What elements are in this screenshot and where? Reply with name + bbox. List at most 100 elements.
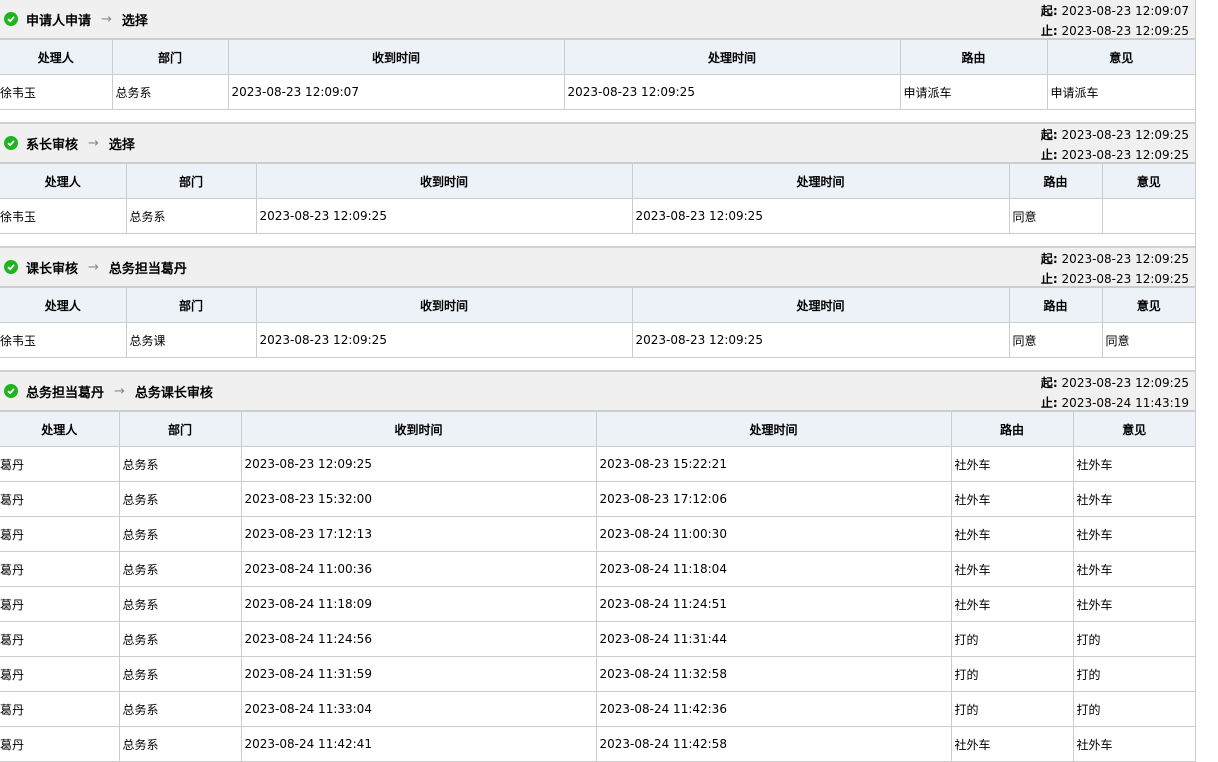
arrow-right-icon: → [114, 383, 125, 399]
cell-opinion: 申请派车 [1047, 74, 1195, 110]
cell-received-time: 2023-08-24 11:33:04 [241, 691, 597, 727]
cell-processed-time: 2023-08-23 15:22:21 [596, 446, 952, 482]
table-row: 葛丹 总务系 2023-08-24 11:18:09 2023-08-24 11:24… [0, 586, 1195, 622]
step-section: 系长审核 → 选择 起: 2023-08-23 12:09:25 止: 2023… [0, 122, 1195, 234]
cell-handler: 徐韦玉 [0, 322, 127, 358]
column-header-handler: 处理人 [0, 164, 127, 199]
step-times: 起: 2023-08-23 12:09:25 止: 2023-08-23 12:… [1041, 249, 1189, 289]
arrow-right-icon: → [101, 11, 112, 27]
cell-received-time: 2023-08-23 15:32:00 [241, 481, 597, 517]
cell-handler: 葛丹 [0, 726, 120, 762]
cell-processed-time: 2023-08-24 11:42:36 [596, 691, 952, 727]
arrow-right-icon: → [88, 259, 99, 275]
step-section: 总务担当葛丹 → 总务课长审核 起: 2023-08-23 12:09:25 止… [0, 370, 1195, 762]
step-times: 起: 2023-08-23 12:09:25 止: 2023-08-23 12:… [1041, 125, 1189, 165]
cell-received-time: 2023-08-23 12:09:25 [256, 198, 633, 234]
cell-opinion: 社外车 [1073, 726, 1195, 762]
column-header-processed-time: 处理时间 [596, 412, 952, 447]
table-header-row: 处理人 部门 收到时间 处理时间 路由 意见 [0, 412, 1195, 447]
start-label: 起: [1040, 252, 1058, 266]
step-title: 系长审核 → 选择 [4, 124, 135, 162]
column-header-opinion: 意见 [1073, 412, 1195, 447]
column-header-processed-time: 处理时间 [632, 288, 1010, 323]
step-table: 处理人 部门 收到时间 处理时间 路由 意见 葛丹 总务系 2023-08-23 12:09:2… [0, 412, 1195, 762]
step-table: 处理人 部门 收到时间 处理时间 路由 意见 徐韦玉 总务系 2023-08-23 12:09:… [0, 164, 1195, 234]
step-to: 总务担当葛丹 [108, 261, 187, 277]
cell-route: 申请派车 [900, 74, 1048, 110]
table-row: 葛丹 总务系 2023-08-23 12:09:25 2023-08-23 15:22… [0, 446, 1195, 482]
table-row: 葛丹 总务系 2023-08-24 11:24:56 2023-08-24 11:31… [0, 621, 1195, 657]
step-table: 处理人 部门 收到时间 处理时间 路由 意见 徐韦玉 总务系 2023-08-23 12:09:… [0, 40, 1195, 110]
cell-route: 社外车 [951, 446, 1074, 482]
cell-received-time: 2023-08-23 12:09:25 [241, 446, 597, 482]
approval-history: 申请人申请 → 选择 起: 2023-08-23 12:09:07 止: 202… [0, 0, 1196, 762]
cell-department: 总务系 [119, 481, 242, 517]
step-header: 系长审核 → 选择 起: 2023-08-23 12:09:25 止: 2023… [0, 122, 1195, 164]
cell-opinion: 社外车 [1073, 516, 1195, 552]
cell-processed-time: 2023-08-24 11:32:58 [596, 656, 952, 692]
column-header-route: 路由 [1009, 164, 1103, 199]
step-times: 起: 2023-08-23 12:09:25 止: 2023-08-24 11:… [1041, 373, 1189, 413]
cell-received-time: 2023-08-24 11:18:09 [241, 586, 597, 622]
step-to: 选择 [108, 137, 135, 153]
end-label: 止: [1040, 24, 1058, 38]
step-section: 课长审核 → 总务担当葛丹 起: 2023-08-23 12:09:25 止: … [0, 246, 1195, 358]
cell-processed-time: 2023-08-23 12:09:25 [564, 74, 901, 110]
cell-opinion: 打的 [1073, 656, 1195, 692]
cell-received-time: 2023-08-24 11:42:41 [241, 726, 597, 762]
cell-department: 总务系 [119, 621, 242, 657]
cell-handler: 徐韦玉 [0, 198, 127, 234]
step-title: 总务担当葛丹 → 总务课长审核 [4, 372, 213, 410]
column-header-department: 部门 [126, 288, 257, 323]
table-row: 徐韦玉 总务系 2023-08-23 12:09:25 2023-08-23 12:0… [0, 198, 1195, 234]
column-header-received-time: 收到时间 [256, 164, 633, 199]
cell-route: 社外车 [951, 516, 1074, 552]
column-header-opinion: 意见 [1047, 40, 1195, 75]
step-section: 申请人申请 → 选择 起: 2023-08-23 12:09:07 止: 202… [0, 0, 1195, 110]
cell-department: 总务系 [119, 691, 242, 727]
start-label: 起: [1040, 128, 1058, 142]
cell-handler: 葛丹 [0, 656, 120, 692]
cell-handler: 葛丹 [0, 481, 120, 517]
column-header-processed-time: 处理时间 [632, 164, 1010, 199]
cell-department: 总务系 [119, 446, 242, 482]
cell-received-time: 2023-08-23 17:12:13 [241, 516, 597, 552]
column-header-department: 部门 [119, 412, 242, 447]
cell-processed-time: 2023-08-23 17:12:06 [596, 481, 952, 517]
start-label: 起: [1040, 4, 1058, 18]
cell-received-time: 2023-08-23 12:09:07 [228, 74, 565, 110]
step-from: 系长审核 [26, 137, 79, 153]
step-header: 总务担当葛丹 → 总务课长审核 起: 2023-08-23 12:09:25 止… [0, 370, 1195, 412]
cell-department: 总务系 [119, 551, 242, 587]
column-header-department: 部门 [126, 164, 257, 199]
cell-opinion: 社外车 [1073, 481, 1195, 517]
table-header-row: 处理人 部门 收到时间 处理时间 路由 意见 [0, 288, 1195, 323]
cell-route: 打的 [951, 621, 1074, 657]
end-label: 止: [1040, 272, 1058, 286]
check-circle-icon [4, 12, 18, 26]
cell-route: 打的 [951, 691, 1074, 727]
end-value: 2023-08-23 12:09:25 [1061, 148, 1189, 162]
start-value: 2023-08-23 12:09:25 [1061, 128, 1189, 142]
step-to: 总务课长审核 [134, 385, 213, 401]
check-circle-icon [4, 384, 18, 398]
column-header-handler: 处理人 [0, 40, 113, 75]
table-row: 徐韦玉 总务课 2023-08-23 12:09:25 2023-08-23 12:0… [0, 322, 1195, 358]
end-time: 止: 2023-08-23 12:09:25 [1041, 21, 1189, 41]
start-time: 起: 2023-08-23 12:09:25 [1041, 373, 1189, 393]
cell-route: 打的 [951, 656, 1074, 692]
step-times: 起: 2023-08-23 12:09:07 止: 2023-08-23 12:… [1041, 1, 1189, 41]
column-header-opinion: 意见 [1102, 288, 1195, 323]
cell-route: 社外车 [951, 726, 1074, 762]
cell-handler: 葛丹 [0, 516, 120, 552]
cell-received-time: 2023-08-24 11:00:36 [241, 551, 597, 587]
cell-department: 总务系 [112, 74, 229, 110]
cell-opinion: 社外车 [1073, 586, 1195, 622]
table-header-row: 处理人 部门 收到时间 处理时间 路由 意见 [0, 164, 1195, 199]
end-label: 止: [1040, 148, 1058, 162]
column-header-received-time: 收到时间 [241, 412, 597, 447]
cell-received-time: 2023-08-24 11:31:59 [241, 656, 597, 692]
table-row: 徐韦玉 总务系 2023-08-23 12:09:07 2023-08-23 12:0… [0, 74, 1195, 110]
column-header-received-time: 收到时间 [228, 40, 565, 75]
start-value: 2023-08-23 12:09:07 [1061, 4, 1189, 18]
